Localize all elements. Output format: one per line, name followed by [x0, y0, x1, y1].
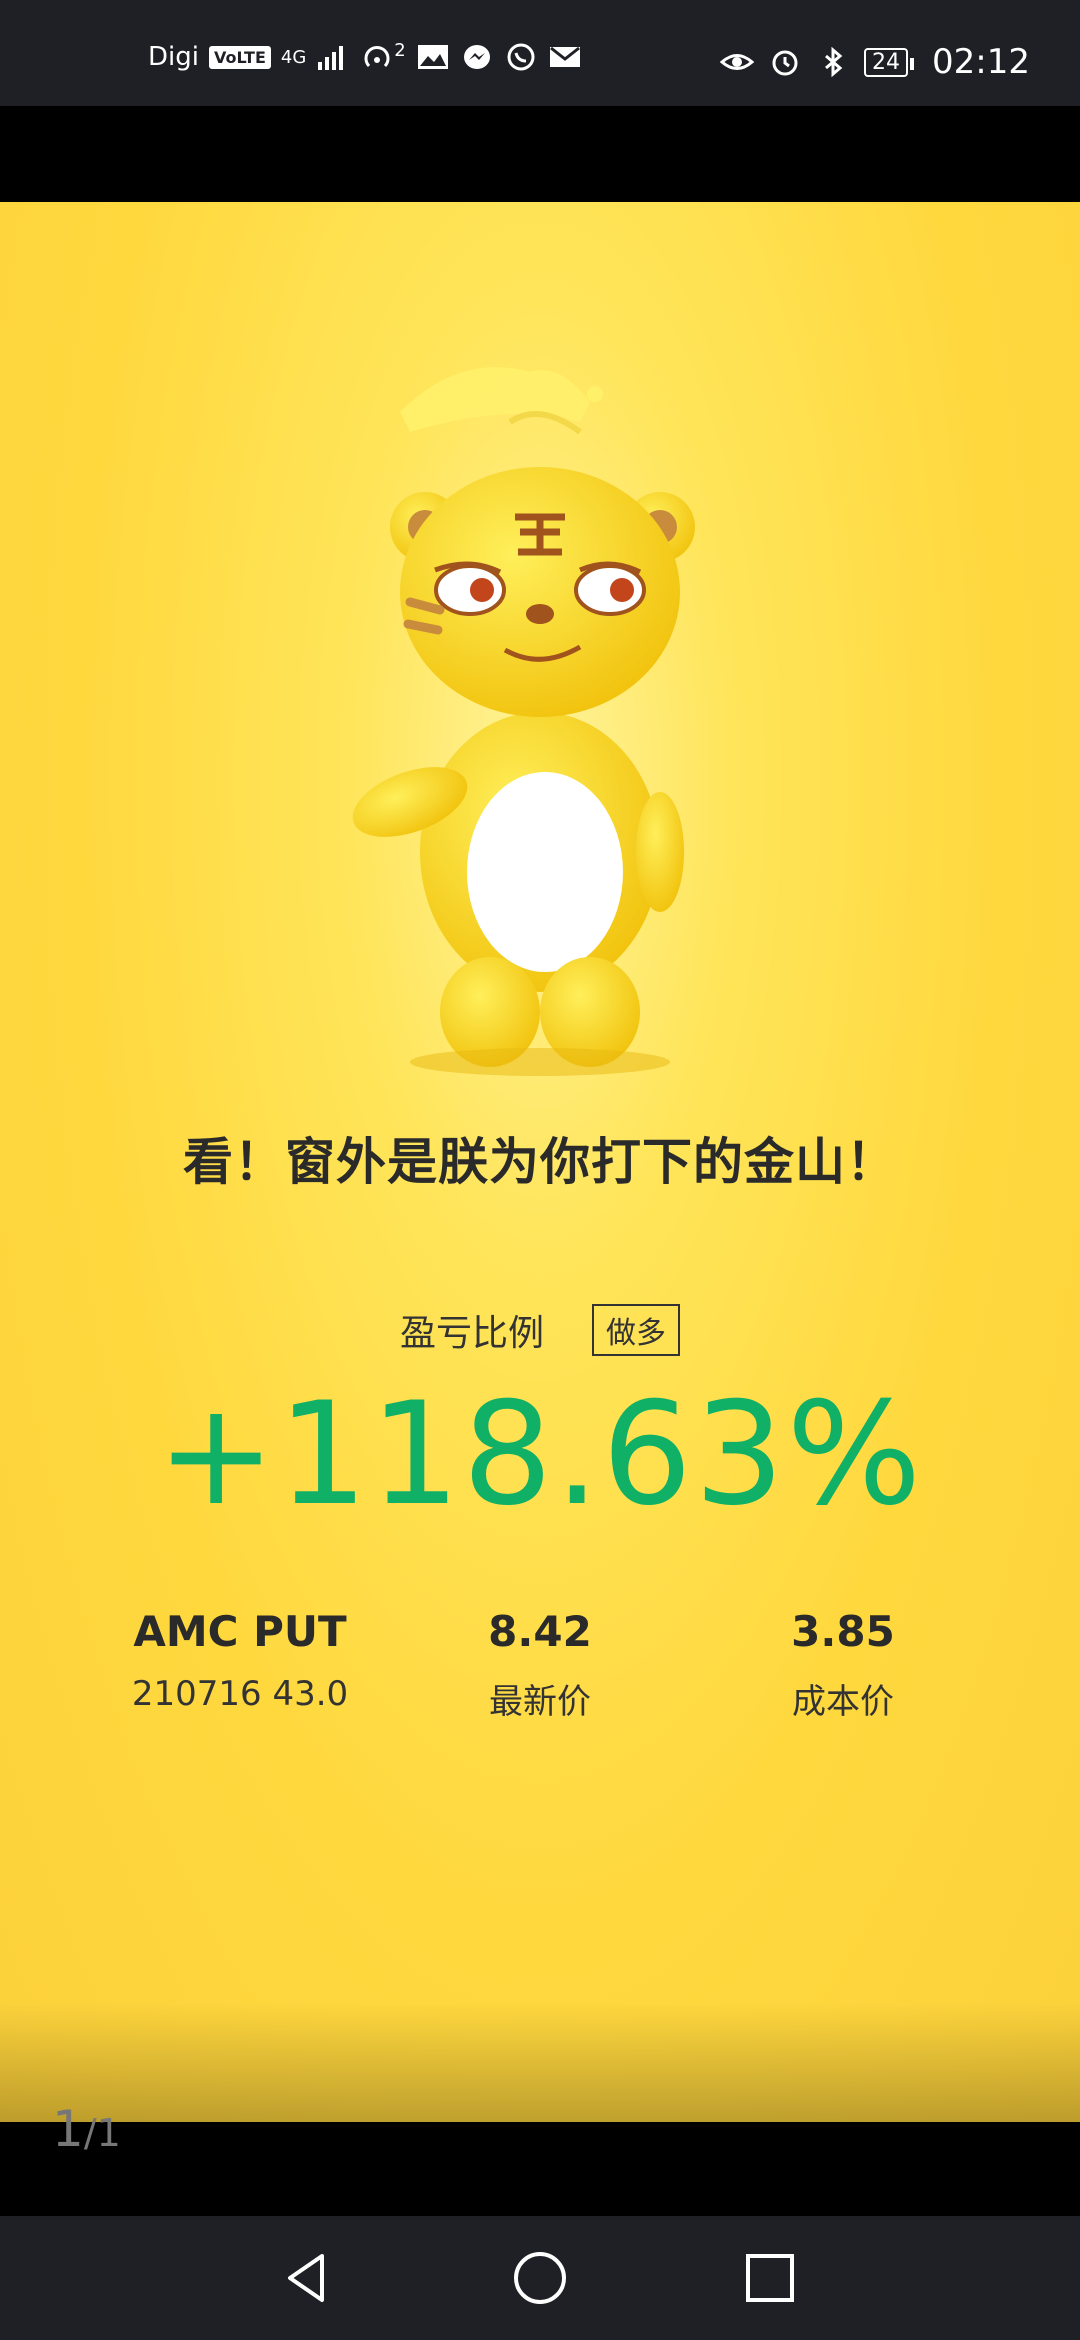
- gallery-icon: [417, 45, 448, 69]
- latest-price-info: 8.42 最新价: [390, 1607, 690, 1723]
- carrier-label: Digi: [148, 42, 199, 72]
- hotspot-count: 2: [394, 39, 406, 61]
- latest-price-value: 8.42: [488, 1607, 592, 1656]
- latest-price-label: 最新价: [489, 1682, 591, 1722]
- alarm-icon: [772, 50, 798, 76]
- share-card: 看！窗外是朕为你打下的金山！ 盈亏比例 做多 +118.63% AMC PUT …: [0, 202, 1080, 2122]
- slogan-text: 看！窗外是朕为你打下的金山！: [183, 1133, 897, 1191]
- messenger-icon: [463, 45, 490, 69]
- pnl-ratio-row: 盈亏比例 做多: [0, 1304, 1080, 1356]
- home-icon[interactable]: [508, 2246, 572, 2310]
- status-time: 02:12: [932, 42, 1030, 82]
- position-direction-badge: 做多: [592, 1304, 680, 1356]
- back-icon[interactable]: [276, 2246, 340, 2310]
- page-current: 1: [52, 2100, 84, 2158]
- mail-icon: [549, 46, 580, 67]
- page-total: /1: [83, 2111, 121, 2155]
- navigation-bar: [0, 2216, 1080, 2340]
- cost-price-label: 成本价: [792, 1682, 894, 1722]
- instrument-name: AMC PUT: [133, 1607, 347, 1656]
- recents-icon[interactable]: [738, 2246, 802, 2310]
- pnl-percentage: +118.63%: [156, 1372, 924, 1537]
- cost-price-info: 3.85 成本价: [693, 1607, 993, 1723]
- status-right: 24 02:12: [720, 42, 1030, 82]
- eye-icon: [720, 54, 755, 70]
- status-left: Digi VoLTE 4G 2: [148, 39, 582, 72]
- card-bottom-fade: [0, 2002, 1080, 2122]
- instrument-info: AMC PUT 210716 43.0: [90, 1607, 390, 1714]
- battery-icon: 24: [864, 47, 915, 77]
- hotspot-icon: [364, 46, 390, 68]
- page-indicator: 1/1: [52, 2100, 121, 2158]
- cost-price-value: 3.85: [791, 1607, 895, 1656]
- whatsapp-icon: [507, 43, 535, 71]
- pnl-ratio-label: 盈亏比例: [399, 1313, 544, 1354]
- instrument-contract: 210716 43.0: [131, 1674, 349, 1714]
- network-label: 4G: [280, 46, 307, 68]
- status-bar: Digi VoLTE 4G 2 24 02:12: [0, 0, 1080, 106]
- volte-badge: VoLTE: [208, 45, 271, 69]
- bluetooth-icon: [825, 47, 843, 77]
- tiger-mascot-image: [352, 367, 695, 1076]
- signal-icon: [318, 46, 344, 70]
